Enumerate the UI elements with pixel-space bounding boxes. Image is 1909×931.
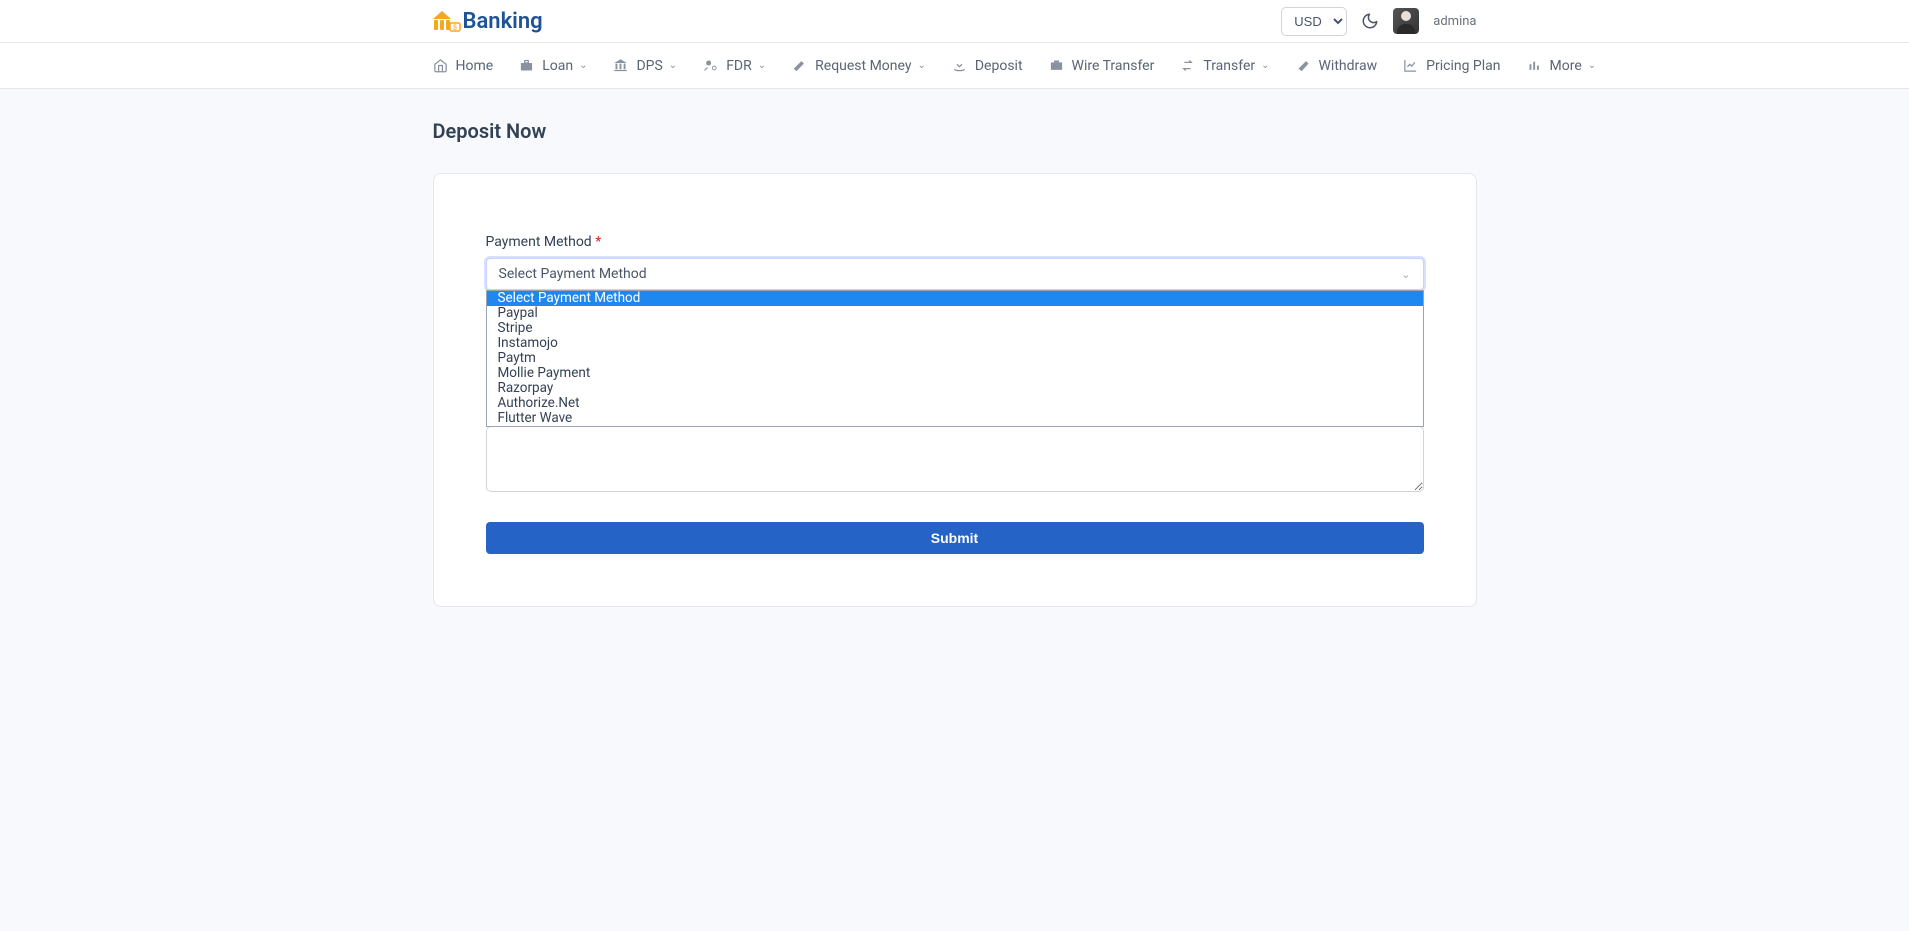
- pen-icon: [792, 58, 807, 73]
- chevron-down-icon: ⌄: [1261, 60, 1269, 71]
- top-header: $ Banking USD admina: [0, 0, 1909, 43]
- bank-building-icon: $: [433, 9, 461, 33]
- avatar[interactable]: [1393, 8, 1419, 34]
- nav-wire-transfer[interactable]: Wire Transfer: [1049, 58, 1155, 74]
- nav-label: Wire Transfer: [1072, 58, 1155, 74]
- currency-select[interactable]: USD: [1281, 7, 1347, 36]
- nav-label: Pricing Plan: [1426, 58, 1500, 74]
- brand-logo[interactable]: $ Banking: [433, 9, 543, 34]
- dropdown-option[interactable]: Stripe: [487, 321, 1423, 336]
- brand-name: Banking: [463, 9, 543, 34]
- nav-withdraw[interactable]: Withdraw: [1296, 58, 1378, 74]
- payment-method-dropdown: Select Payment Method Paypal Stripe Inst…: [486, 290, 1424, 427]
- page-title: Deposit Now: [433, 119, 1477, 143]
- user-gear-icon: [703, 58, 718, 73]
- nav-more[interactable]: More ⌄: [1527, 58, 1597, 74]
- chevron-down-icon: ⌄: [1588, 60, 1596, 71]
- dropdown-option[interactable]: Instamojo: [487, 336, 1423, 351]
- nav-request-money[interactable]: Request Money ⌄: [792, 58, 926, 74]
- chevron-down-icon: ⌄: [579, 60, 587, 71]
- dropdown-option[interactable]: Razorpay: [487, 381, 1423, 396]
- dropdown-option[interactable]: Mollie Payment: [487, 366, 1423, 381]
- nav-home[interactable]: Home: [433, 58, 494, 74]
- dropdown-option[interactable]: Paypal: [487, 306, 1423, 321]
- nav-label: DPS: [636, 58, 662, 74]
- chevron-down-icon: ⌄: [1401, 268, 1410, 281]
- nav-label: Deposit: [975, 58, 1023, 74]
- payment-method-label: Payment Method *: [486, 234, 1424, 250]
- bars-icon: [1527, 58, 1542, 73]
- briefcase-icon: [519, 58, 534, 73]
- nav-label: Transfer: [1203, 58, 1255, 74]
- withdraw-icon: [1296, 58, 1311, 73]
- nav-label: FDR: [726, 58, 752, 74]
- bank-icon: [613, 58, 628, 73]
- home-icon: [433, 58, 448, 73]
- nav-label: Loan: [542, 58, 573, 74]
- nav-loan[interactable]: Loan ⌄: [519, 58, 587, 74]
- theme-toggle-icon[interactable]: [1361, 12, 1379, 30]
- dropdown-option[interactable]: Select Payment Method: [487, 291, 1423, 306]
- chevron-down-icon: ⌄: [758, 60, 766, 71]
- details-textarea[interactable]: [486, 426, 1424, 492]
- submit-button[interactable]: Submit: [486, 522, 1424, 554]
- username-label: admina: [1433, 14, 1476, 29]
- nav-dps[interactable]: DPS ⌄: [613, 58, 677, 74]
- nav-pricing-plan[interactable]: Pricing Plan: [1403, 58, 1500, 74]
- deposit-icon: [952, 58, 967, 73]
- dropdown-option[interactable]: Flutter Wave: [487, 411, 1423, 426]
- dropdown-option[interactable]: Authorize.Net: [487, 396, 1423, 411]
- payment-method-select[interactable]: Select Payment Method ⌄: [486, 258, 1424, 290]
- svg-text:$: $: [453, 25, 457, 32]
- nav-label: Withdraw: [1319, 58, 1378, 74]
- main-nav: Home Loan ⌄ DPS ⌄ FDR ⌄ Re: [0, 43, 1909, 89]
- chart-icon: [1403, 58, 1418, 73]
- swap-icon: [1180, 58, 1195, 73]
- deposit-card: Payment Method * Select Payment Method ⌄…: [433, 173, 1477, 607]
- nav-label: Request Money: [815, 58, 911, 74]
- chevron-down-icon: ⌄: [669, 60, 677, 71]
- dropdown-option[interactable]: Paytm: [487, 351, 1423, 366]
- chevron-down-icon: ⌄: [917, 60, 925, 71]
- nav-deposit[interactable]: Deposit: [952, 58, 1023, 74]
- wire-icon: [1049, 58, 1064, 73]
- nav-label: More: [1550, 58, 1582, 74]
- nav-transfer[interactable]: Transfer ⌄: [1180, 58, 1269, 74]
- nav-fdr[interactable]: FDR ⌄: [703, 58, 766, 74]
- nav-label: Home: [456, 58, 494, 74]
- selected-value: Select Payment Method: [499, 266, 647, 282]
